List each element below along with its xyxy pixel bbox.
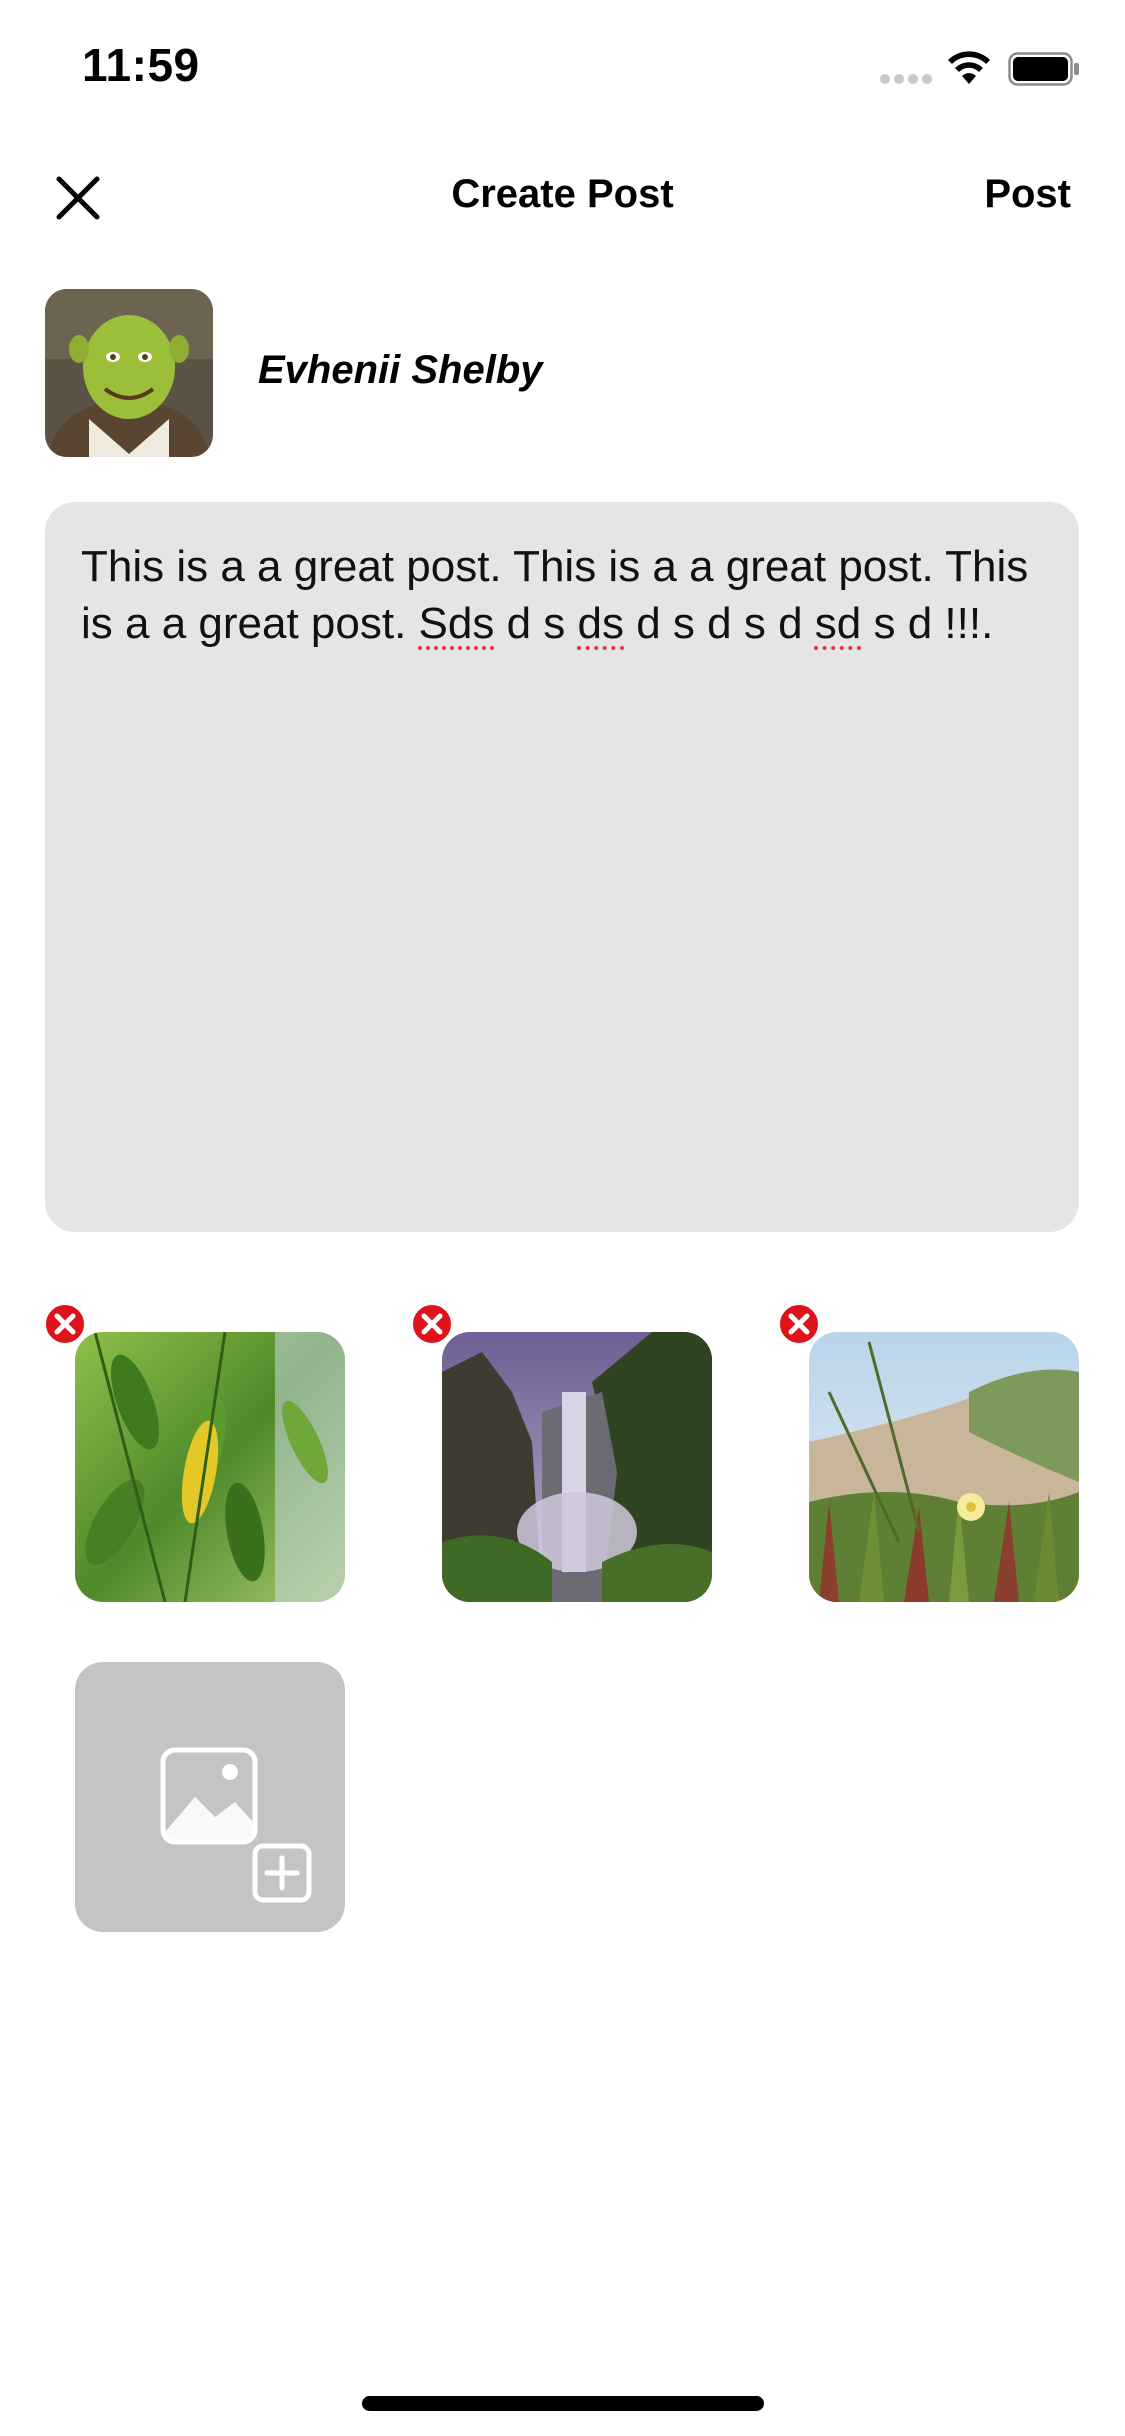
misspelled-word: ds <box>577 599 624 648</box>
attachment-thumbnail[interactable] <box>809 1332 1079 1602</box>
misspelled-word: sd <box>814 599 862 648</box>
post-text: s d !!!. <box>861 599 994 648</box>
post-text-area[interactable]: This is a a great post. This is a a grea… <box>45 502 1079 1232</box>
nav-bar: Create Post Post <box>0 150 1125 246</box>
page-title: Create Post <box>451 172 674 216</box>
wifi-icon <box>948 51 990 84</box>
remove-attachment-icon[interactable] <box>43 1302 87 1346</box>
add-photo-button[interactable] <box>75 1662 345 1932</box>
post-button[interactable]: Post <box>984 172 1071 217</box>
add-photo-icon <box>160 1747 312 1903</box>
author-name: Evhenii Shelby <box>258 348 543 392</box>
attachment-thumbnail[interactable] <box>442 1332 712 1602</box>
attachment-thumbnail[interactable] <box>75 1332 345 1602</box>
cellular-signal-icon <box>880 74 932 84</box>
remove-attachment-icon[interactable] <box>410 1302 454 1346</box>
post-text: d s d s d <box>624 599 815 648</box>
home-indicator[interactable] <box>362 2396 764 2411</box>
remove-attachment-icon[interactable] <box>777 1302 821 1346</box>
post-text: d s <box>494 599 578 648</box>
avatar <box>45 289 213 457</box>
battery-icon <box>1008 52 1079 86</box>
status-bar: 11:59 <box>0 0 1125 132</box>
status-time: 11:59 <box>82 39 200 91</box>
misspelled-word: Sds <box>418 599 495 648</box>
